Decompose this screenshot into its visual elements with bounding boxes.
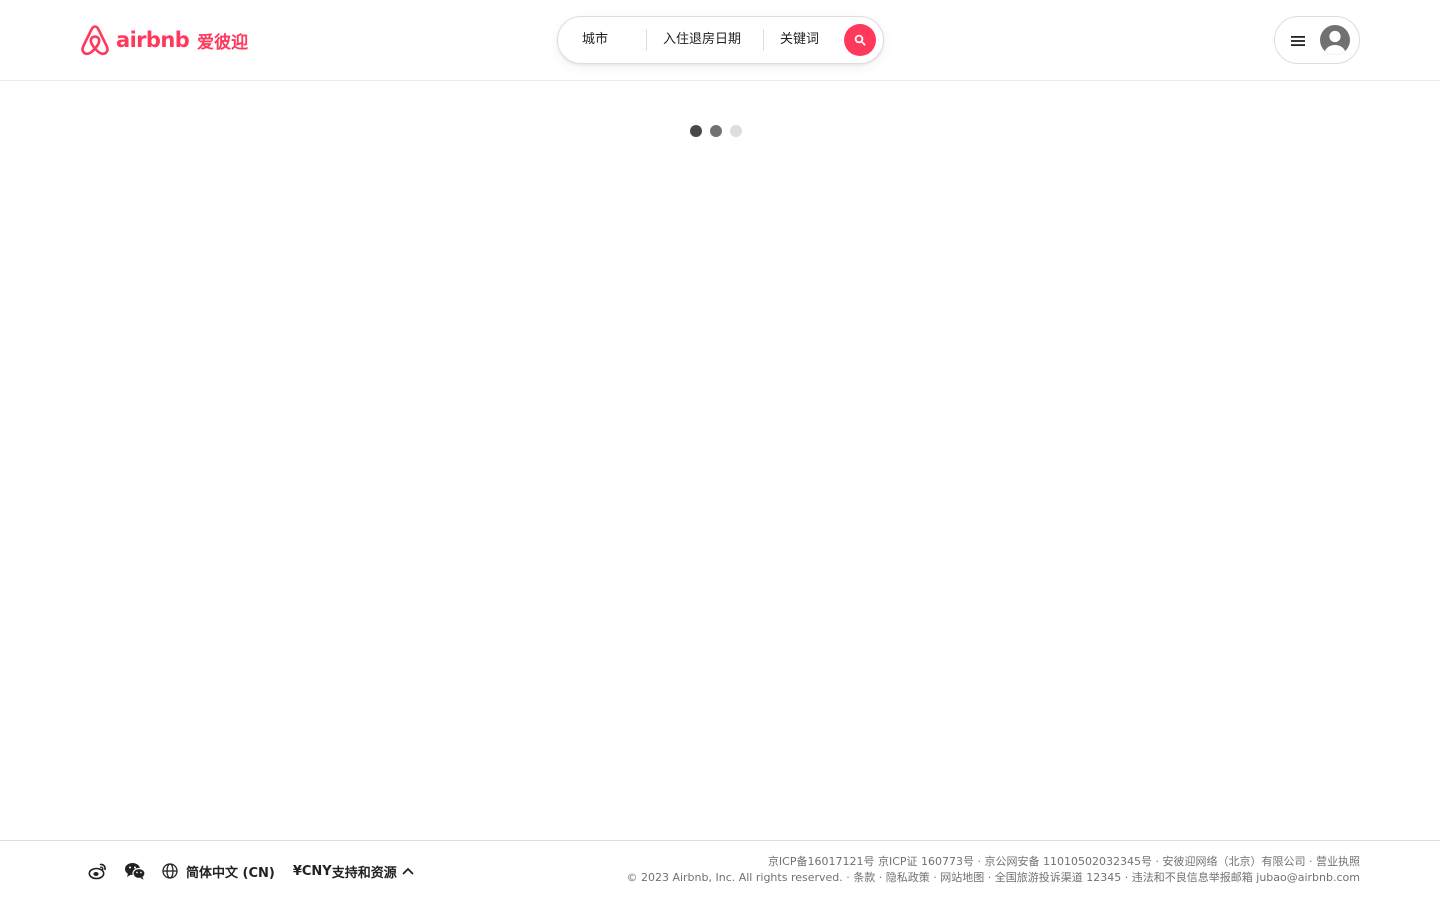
brand-cn-name: 爱彼迎 — [197, 32, 249, 53]
airbnb-logo[interactable]: airbnb 爱彼迎 — [80, 23, 248, 57]
separator: · — [1309, 855, 1313, 868]
loading-dot — [730, 125, 742, 137]
separator: · — [1124, 871, 1129, 884]
chevron-up-icon — [402, 868, 414, 875]
wechat-icon[interactable] — [124, 861, 146, 881]
legal-line-1: 京ICP备16017121号 京ICP证 160773号 · 京公网安备 110… — [626, 854, 1360, 870]
search-divider — [646, 29, 647, 51]
footer-left: 简体中文 (CN) ¥CNY 支持和资源 — [88, 860, 414, 882]
search-button[interactable] — [844, 24, 876, 56]
dates-search-field[interactable]: 入住退房日期 — [663, 17, 741, 63]
support-resources-button[interactable]: 支持和资源 — [332, 862, 414, 881]
separator: · — [1155, 855, 1160, 868]
loading-dot — [690, 125, 702, 137]
icp-record-link[interactable]: 京ICP备16017121号 — [768, 855, 875, 868]
legal-line-2: © 2023 Airbnb, Inc. All rights reserved.… — [626, 870, 1360, 886]
business-license-link[interactable]: 营业执照 — [1316, 855, 1360, 868]
search-icon — [854, 34, 866, 46]
separator: · — [977, 855, 982, 868]
user-menu-button[interactable] — [1274, 16, 1360, 64]
site-footer: 简体中文 (CN) ¥CNY 支持和资源 京ICP备16017121号 京ICP… — [0, 840, 1440, 900]
report-email-link[interactable]: 违法和不良信息举报邮箱 jubao@airbnb.com — [1132, 871, 1360, 884]
user-avatar-icon — [1320, 25, 1350, 55]
brand-name: airbnb — [116, 28, 190, 52]
loading-dot — [710, 125, 722, 137]
globe-icon — [162, 863, 178, 879]
sitemap-link[interactable]: 网站地图 — [940, 871, 984, 884]
privacy-link[interactable]: 隐私政策 — [886, 871, 930, 884]
currency-selector[interactable]: ¥CNY — [293, 864, 332, 879]
separator: · — [933, 871, 937, 884]
keyword-search-field[interactable]: 关键词 — [780, 17, 819, 63]
separator: · — [846, 871, 850, 884]
support-label: 支持和资源 — [331, 865, 397, 881]
copyright-text: © 2023 Airbnb, Inc. All rights reserved. — [626, 871, 843, 884]
search-divider — [763, 29, 764, 51]
language-label: 简体中文 (CN) — [186, 865, 275, 881]
public-security-link[interactable]: 京公网安备 11010502032345号 — [985, 855, 1152, 868]
company-name-link[interactable]: 安彼迎网络（北京）有限公司 — [1163, 855, 1306, 868]
language-selector[interactable]: 简体中文 (CN) — [162, 862, 275, 881]
separator: · — [878, 871, 883, 884]
icp-license-link[interactable]: 京ICP证 160773号 — [878, 855, 974, 868]
complaint-channel-link[interactable]: 全国旅游投诉渠道 12345 — [995, 871, 1122, 884]
city-search-field[interactable]: 城市 — [582, 17, 608, 63]
search-bar[interactable]: 城市 入住退房日期 关键词 — [557, 16, 884, 64]
site-header: airbnb 爱彼迎 城市 入住退房日期 关键词 — [0, 0, 1440, 81]
weibo-icon[interactable] — [88, 861, 108, 881]
separator: · — [987, 871, 992, 884]
terms-link[interactable]: 条款 — [853, 871, 875, 884]
airbnb-belo-icon — [81, 25, 109, 56]
footer-legal: 京ICP备16017121号 京ICP证 160773号 · 京公网安备 110… — [626, 854, 1360, 886]
hamburger-icon — [1291, 36, 1305, 46]
